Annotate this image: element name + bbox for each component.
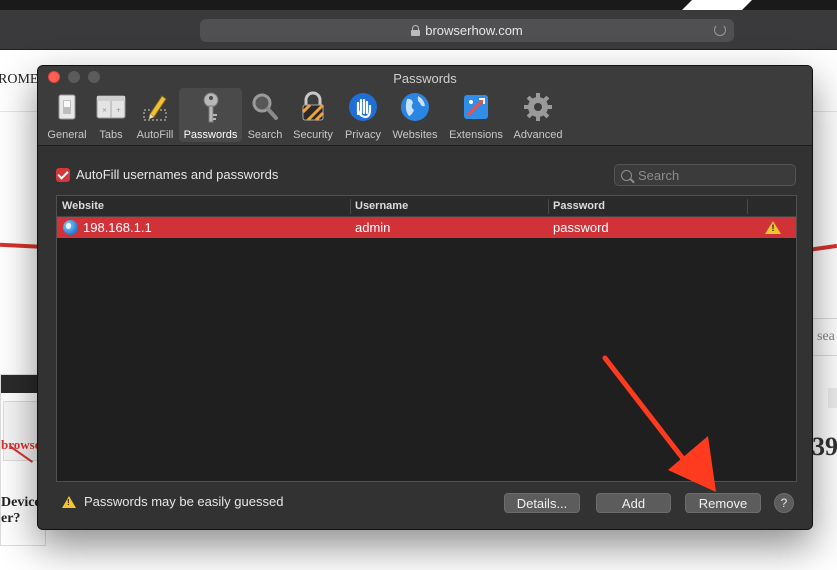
column-header-website[interactable]: Website [57,196,350,217]
help-button[interactable]: ? [774,493,794,513]
password-search-field[interactable] [614,164,796,186]
gear-icon [521,90,555,124]
tab-label: AutoFill [136,129,174,141]
tab-tabs[interactable]: × + Tabs [92,88,130,142]
svg-text:×: × [102,107,107,114]
puzzle-extension-icon [459,90,493,124]
browser-toolbar: browserhow.com [0,10,837,50]
warning-text: Passwords may be easily guessed [84,494,284,509]
tab-label: Websites [392,129,438,141]
tab-label: Passwords [183,129,238,141]
remove-button[interactable]: Remove [685,493,761,513]
autofill-checkbox[interactable] [56,167,70,182]
table-row[interactable]: 198.168.1.1 admin password ! [57,217,796,238]
general-switch-icon [50,90,84,124]
cell-password: password [553,220,609,235]
hand-icon [346,90,380,124]
search-icon [621,169,632,181]
cell-username: admin [355,220,391,235]
tab-label: Security [293,129,333,141]
weak-password-notice: ! Passwords may be easily guessed [62,494,283,509]
tab-label: General [47,129,87,141]
tab-label: Privacy [344,129,382,141]
padlock-icon [296,90,330,124]
site-brand-fragment: ROME [0,72,39,87]
tab-search[interactable]: Search [244,88,286,142]
tab-label: Tabs [99,129,123,141]
autofill-label: AutoFill usernames and passwords [76,167,279,182]
details-button[interactable]: Details... [504,493,580,513]
tab-autofill[interactable]: AutoFill [132,88,178,142]
tab-security[interactable]: Security [288,88,338,142]
tab-privacy[interactable]: Privacy [340,88,386,142]
column-header-username[interactable]: Username [350,196,548,217]
website-globe-icon [63,220,78,235]
tab-label: Search [247,129,283,141]
tab-websites[interactable]: Websites [388,88,442,142]
tab-general[interactable]: General [44,88,90,142]
window-titlebar: Passwords General × + Tabs AutoFill Pass… [38,66,812,146]
cell-website: 198.168.1.1 [83,220,152,235]
autofill-pencil-icon [138,90,172,124]
key-icon [194,90,228,124]
tab-extensions[interactable]: Extensions [444,88,508,142]
magnifier-icon [248,90,282,124]
column-header-password[interactable]: Password [548,196,748,217]
card-brand: browse [1,437,41,452]
column-divider[interactable] [747,199,748,214]
autofill-checkbox-row[interactable]: AutoFill usernames and passwords [56,167,278,182]
lock-icon [411,25,421,36]
preferences-window: Passwords General × + Tabs AutoFill Pass… [37,65,813,530]
number-fragment: 39 [812,432,837,461]
tab-passwords[interactable]: Passwords [179,88,242,142]
browser-top-strip [0,0,837,10]
window-title: Passwords [393,71,457,86]
sidebar-block [828,388,837,408]
address-text: browserhow.com [425,23,523,38]
passwords-pane: AutoFill usernames and passwords Website… [38,147,812,529]
tabs-icon: × + [94,90,128,124]
tab-label: Extensions [449,129,503,141]
globe-icon [398,90,432,124]
tab-advanced[interactable]: Advanced [510,88,566,142]
address-bar[interactable]: browserhow.com [200,19,734,42]
search-input[interactable] [638,167,788,183]
warning-icon: ! [62,495,76,508]
svg-text:+: + [116,107,121,114]
warning-exclamation: ! [771,223,775,233]
reload-icon[interactable] [714,24,726,36]
passwords-table[interactable]: Website Username Password 198.168.1.1 ad… [56,195,797,482]
tab-label: Advanced [513,129,563,141]
table-header: Website Username Password [57,196,796,217]
add-button[interactable]: Add [596,493,671,513]
